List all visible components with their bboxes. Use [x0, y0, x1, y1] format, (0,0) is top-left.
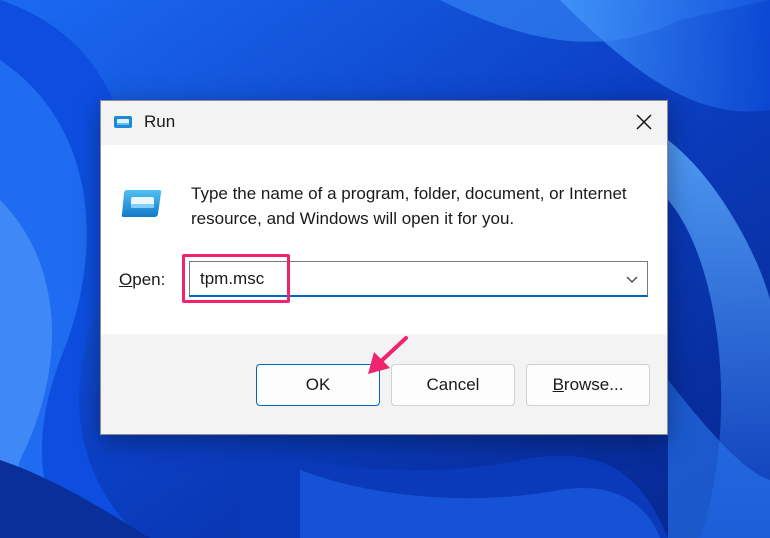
pointer-arrow-annotation	[368, 336, 408, 374]
browse-mnemonic: B	[552, 375, 564, 394]
run-icon	[114, 116, 132, 128]
chevron-down-icon[interactable]	[625, 273, 639, 285]
dialog-description: Type the name of a program, folder, docu…	[191, 184, 627, 228]
open-label: Open:	[119, 270, 165, 290]
input-highlight-annotation	[182, 254, 290, 303]
run-dialog: Run Type the name of a program, folder, …	[100, 100, 668, 435]
window-title: Run	[144, 112, 176, 131]
open-label-mnemonic: O	[119, 270, 133, 289]
browse-button[interactable]: Browse...	[526, 364, 650, 406]
title-bar[interactable]: Run	[101, 101, 667, 145]
browse-label: rowse...	[563, 375, 624, 394]
close-icon	[636, 114, 652, 130]
close-button[interactable]	[621, 101, 667, 145]
dialog-content: Type the name of a program, folder, docu…	[101, 145, 667, 334]
run-icon	[121, 190, 162, 217]
open-label-text: pen:	[132, 270, 166, 289]
